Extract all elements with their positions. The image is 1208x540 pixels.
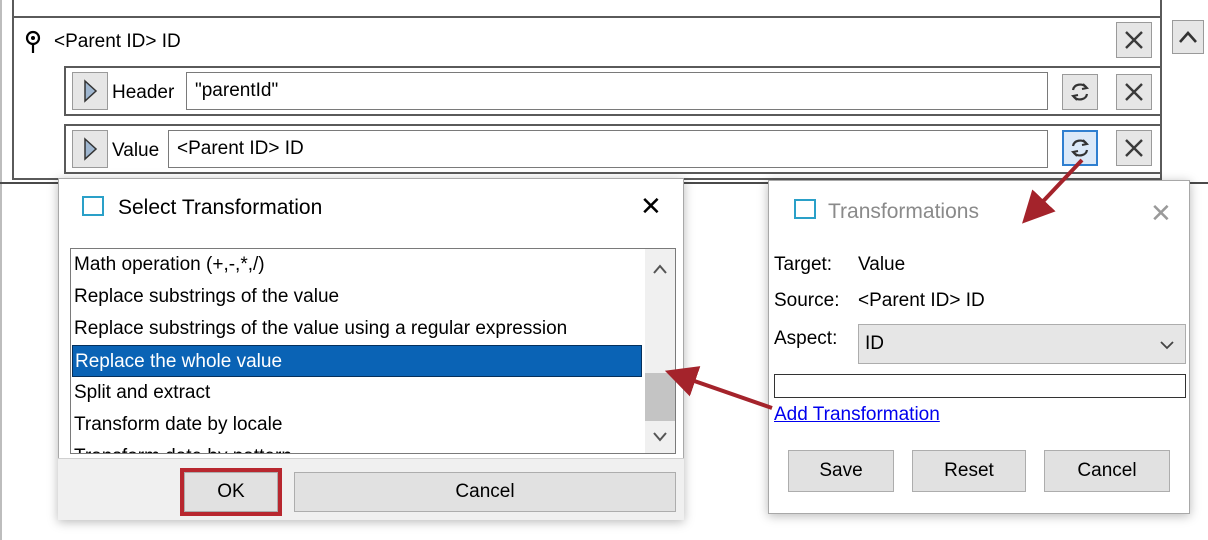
arrow-to-transformations <box>1022 158 1084 224</box>
arrow-to-list <box>664 366 773 410</box>
annotation-arrows <box>664 158 1084 410</box>
